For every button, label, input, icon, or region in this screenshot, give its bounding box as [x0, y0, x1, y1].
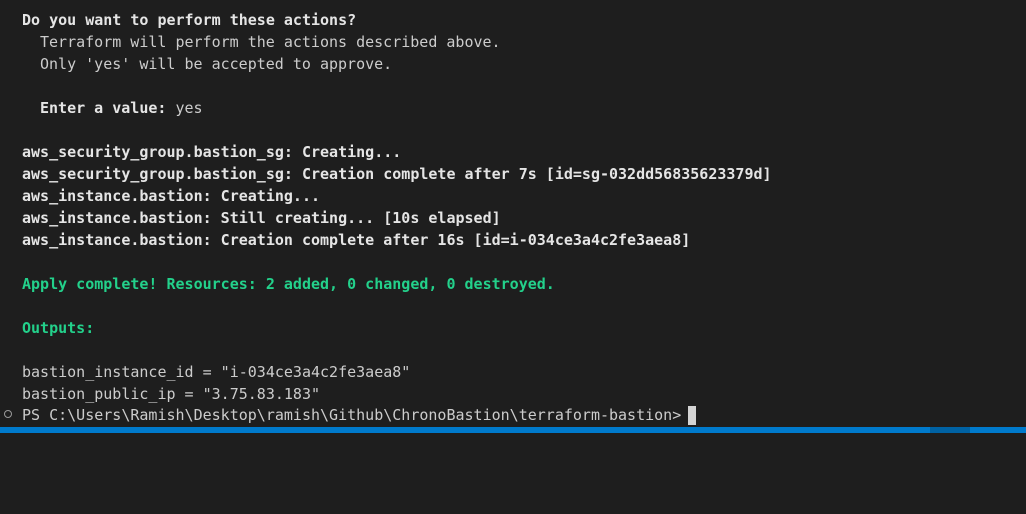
log-line: aws_security_group.bastion_sg: Creating.… — [22, 143, 402, 161]
text-cursor — [688, 406, 696, 425]
log-line: aws_instance.bastion: Creating... — [22, 187, 321, 205]
status-bar — [0, 427, 1026, 433]
info-line: Terraform will perform the actions descr… — [40, 33, 501, 51]
info-line: Only 'yes' will be accepted to approve. — [40, 55, 393, 73]
log-line: aws_instance.bastion: Still creating... … — [22, 209, 501, 227]
confirmation-question: Do you want to perform these actions? — [22, 11, 357, 29]
log-line: aws_instance.bastion: Creation complete … — [22, 231, 691, 249]
output-line: bastion_instance_id = "i-034ce3a4c2fe3ae… — [22, 363, 411, 381]
output-line: bastion_public_ip = "3.75.83.183" — [22, 385, 321, 403]
apply-complete-message: Apply complete! Resources: 2 added, 0 ch… — [22, 275, 555, 293]
enter-value-line: Enter a value: yes — [40, 97, 203, 119]
terminal-panel[interactable]: Do you want to perform these actions? Te… — [0, 0, 1026, 427]
command-decoration-icon[interactable] — [4, 410, 12, 418]
log-line: aws_security_group.bastion_sg: Creation … — [22, 165, 772, 183]
entered-value: yes — [166, 99, 203, 117]
enter-value-label: Enter a value: — [40, 99, 167, 117]
shell-prompt: PS C:\Users\Ramish\Desktop\ramish\Github… — [22, 406, 682, 424]
status-bar-item[interactable] — [930, 427, 970, 433]
shell-prompt-row[interactable]: PS C:\Users\Ramish\Desktop\ramish\Github… — [0, 404, 696, 426]
outputs-header: Outputs: — [22, 319, 95, 337]
